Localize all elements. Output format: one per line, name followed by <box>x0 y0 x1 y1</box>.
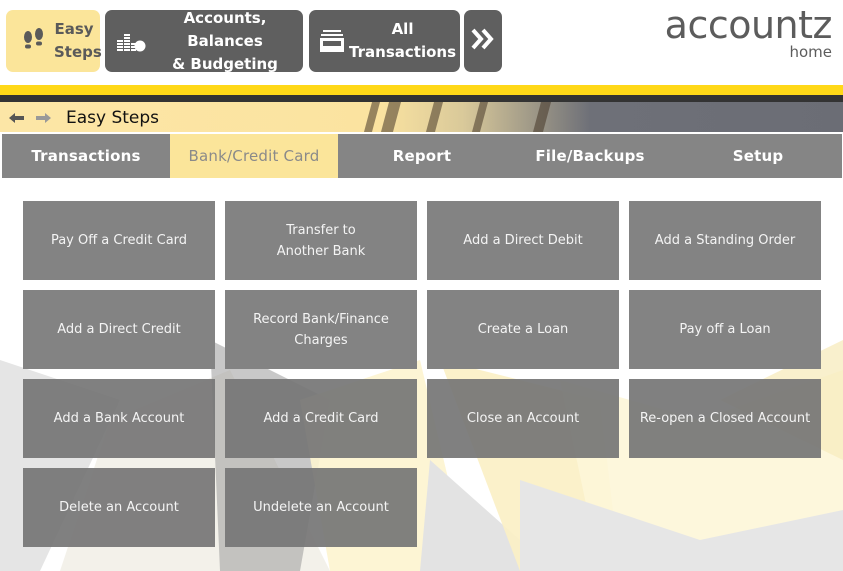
action-undelete-account[interactable]: Undelete an Account <box>225 468 417 547</box>
tab-setup[interactable]: Setup <box>674 134 842 178</box>
action-add-direct-credit[interactable]: Add a Direct Credit <box>23 290 215 369</box>
action-label: Transfer to Another Bank <box>276 222 366 259</box>
action-create-loan[interactable]: Create a Loan <box>427 290 619 369</box>
arrow-right-icon[interactable] <box>34 110 52 126</box>
action-label: Add a Credit Card <box>263 411 379 426</box>
double-chevron-right-icon <box>470 27 496 55</box>
action-record-bank-finance-charges[interactable]: Record Bank/Finance Charges <box>225 290 417 369</box>
brand-name: accountz <box>664 3 833 47</box>
easy-steps-line1: Easy <box>54 20 94 38</box>
action-label: Add a Bank Account <box>53 411 185 426</box>
action-label: Add a Standing Order <box>654 233 796 248</box>
action-pay-off-credit-card[interactable]: Pay Off a Credit Card <box>23 201 215 280</box>
action-reopen-closed-account[interactable]: Re-open a Closed Account <box>629 379 821 458</box>
tab-transactions[interactable]: Transactions <box>2 134 170 178</box>
action-delete-account[interactable]: Delete an Account <box>23 468 215 547</box>
accounts-label: Accounts, Balances & Budgeting <box>151 7 303 76</box>
action-grid: Pay Off a Credit Card Transfer to Anothe… <box>23 201 821 547</box>
action-label: Create a Loan <box>477 322 569 337</box>
top-toolbar: Easy Steps Accounts, Balances & Budgetin… <box>0 0 843 86</box>
arrow-left-icon[interactable] <box>8 110 26 126</box>
action-label: Record Bank/Finance Charges <box>253 311 389 348</box>
accounts-balances-budgeting-button[interactable]: Accounts, Balances & Budgeting <box>105 9 303 73</box>
dark-stripe <box>0 95 843 102</box>
footsteps-icon <box>14 27 54 55</box>
action-label: Re-open a Closed Account <box>639 411 811 426</box>
action-label: Close an Account <box>466 411 580 426</box>
action-label: Undelete an Account <box>253 500 389 515</box>
tab-file-backups[interactable]: File/Backups <box>506 134 674 178</box>
all-transactions-line1: All <box>391 20 414 38</box>
easy-steps-button[interactable]: Easy Steps <box>6 10 102 72</box>
easy-steps-line2: Steps <box>54 43 102 61</box>
all-transactions-button[interactable]: All Transactions <box>309 10 460 72</box>
action-label: Pay off a Loan <box>679 322 771 337</box>
coins-chart-icon <box>111 28 151 54</box>
action-add-direct-debit[interactable]: Add a Direct Debit <box>427 201 619 280</box>
action-add-credit-card[interactable]: Add a Credit Card <box>225 379 417 458</box>
action-pay-off-loan[interactable]: Pay off a Loan <box>629 290 821 369</box>
accounts-line1: Accounts, Balances <box>183 8 267 50</box>
action-transfer-to-another-bank[interactable]: Transfer to Another Bank <box>225 201 417 280</box>
page-title: Easy Steps <box>66 108 160 128</box>
inbox-tray-icon <box>315 28 349 54</box>
action-add-bank-account[interactable]: Add a Bank Account <box>23 379 215 458</box>
action-label: Delete an Account <box>59 500 179 515</box>
tab-bar: Transactions Bank/Credit Card Report Fil… <box>2 134 842 178</box>
more-button[interactable] <box>464 10 502 72</box>
accent-stripe <box>0 85 843 95</box>
action-label: Add a Direct Debit <box>463 233 583 248</box>
action-close-account[interactable]: Close an Account <box>427 379 619 458</box>
tab-report[interactable]: Report <box>338 134 506 178</box>
action-label: Pay Off a Credit Card <box>50 233 188 248</box>
all-transactions-label: All Transactions <box>349 18 460 64</box>
breadcrumb: Easy Steps <box>8 107 159 129</box>
action-add-standing-order[interactable]: Add a Standing Order <box>629 201 821 280</box>
tab-bank-credit-card[interactable]: Bank/Credit Card <box>170 134 338 178</box>
all-transactions-line2: Transactions <box>349 43 456 61</box>
easy-steps-label: Easy Steps <box>54 18 102 64</box>
accounts-line2: & Budgeting <box>172 54 278 73</box>
action-label: Add a Direct Credit <box>57 322 181 337</box>
brand-logo: accountz home <box>664 3 833 60</box>
